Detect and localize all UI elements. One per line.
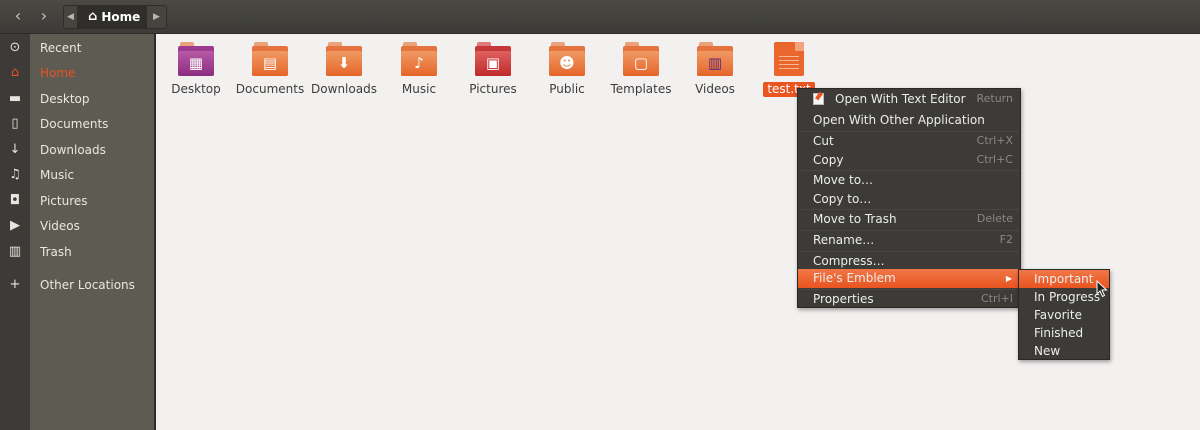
folder-icon: ▣ xyxy=(475,42,511,76)
menu-item-label: Rename… xyxy=(813,233,875,247)
camera-icon: ◘ xyxy=(9,193,21,208)
folder-icon: ♪ xyxy=(401,42,437,76)
menu-item-label: Move to Trash xyxy=(813,212,897,226)
menu-item-label: Cut xyxy=(813,134,834,148)
path-scroll-left-button[interactable]: ◀ xyxy=(63,5,77,29)
file-view[interactable]: ▦ Desktop ▤ Documents ⬇ Downloads ♪ Musi… xyxy=(156,34,1200,430)
menu-item-accel: Ctrl+C xyxy=(976,153,1013,166)
forward-button[interactable]: › xyxy=(31,5,57,29)
folder-icon: ▬ xyxy=(8,91,22,106)
menu-item-accel: Ctrl+I xyxy=(980,292,1013,305)
folder-label: Downloads xyxy=(311,82,377,96)
plus-icon: + xyxy=(9,277,21,292)
menu-item-label: Copy to… xyxy=(813,192,872,206)
menu-item-compress[interactable]: Compress… xyxy=(798,251,1020,271)
sidebar-item-label: Recent xyxy=(40,41,82,55)
folder-public[interactable]: ☻ Public xyxy=(530,42,604,96)
sidebar-item-label: Music xyxy=(40,168,75,182)
folder-label: Public xyxy=(549,82,585,96)
folder-icon: ▦ xyxy=(178,42,214,76)
text-editor-icon xyxy=(813,93,824,105)
sidebar-item-label: Videos xyxy=(40,219,80,233)
folder-label: Desktop xyxy=(171,82,221,96)
header-bar: ‹ › ◀ ⌂ Home ▶ xyxy=(0,0,1200,34)
submenu-item-new[interactable]: New xyxy=(1019,342,1109,360)
menu-item-accel: Return xyxy=(976,92,1013,105)
menu-item-label: Move to… xyxy=(813,173,874,187)
sidebar-item-label: Home xyxy=(40,66,76,80)
home-icon: ⌂ xyxy=(88,9,98,24)
sidebar-item-label: Other Locations xyxy=(40,278,135,292)
folder-pictures[interactable]: ▣ Pictures xyxy=(456,42,530,96)
folder-label: Music xyxy=(401,82,437,96)
mouse-pointer-icon xyxy=(1096,280,1108,298)
menu-item-copy[interactable]: Copy Ctrl+C xyxy=(798,150,1020,170)
menu-item-rename[interactable]: Rename… F2 xyxy=(798,230,1020,250)
sidebar-item-label: Trash xyxy=(40,245,72,259)
menu-item-accel: Delete xyxy=(976,212,1013,225)
trash-icon: ▥ xyxy=(8,244,22,259)
folder-icon: ▢ xyxy=(623,42,659,76)
clock-icon: ⊙ xyxy=(9,40,21,55)
folder-label: Videos xyxy=(695,82,735,96)
text-file-icon xyxy=(774,42,804,76)
sidebar-item-label: Downloads xyxy=(40,143,106,157)
menu-item-copy-to[interactable]: Copy to… xyxy=(798,189,1020,209)
submenu-arrow-icon: ▶ xyxy=(1005,274,1012,283)
menu-item-cut[interactable]: Cut Ctrl+X xyxy=(798,131,1020,151)
folder-icon: ⬇ xyxy=(326,42,362,76)
menu-item-accel: F2 xyxy=(999,233,1013,246)
document-icon: ▯ xyxy=(11,116,19,131)
menu-item-open-with-text-editor[interactable]: Open With Text Editor Return xyxy=(798,89,1020,109)
menu-item-open-with-other-application[interactable]: Open With Other Application xyxy=(798,110,1020,130)
path-scroll-right-button[interactable]: ▶ xyxy=(147,5,167,29)
folder-music[interactable]: ♪ Music xyxy=(382,42,456,96)
video-icon: ▶ xyxy=(10,218,20,233)
folder-icon: ☻ xyxy=(549,42,585,76)
context-menu: Open With Text Editor Return Open With O… xyxy=(797,88,1021,308)
path-home-button[interactable]: ⌂ Home xyxy=(77,5,147,29)
menu-item-accel: Ctrl+X xyxy=(976,134,1013,147)
submenu-item-finished[interactable]: Finished xyxy=(1019,324,1109,342)
menu-item-label: Open With Text Editor xyxy=(835,92,966,106)
home-icon: ⌂ xyxy=(10,65,20,80)
folder-videos[interactable]: ▥ Videos xyxy=(678,42,752,96)
folder-desktop[interactable]: ▦ Desktop xyxy=(159,42,233,96)
sidebar-item-label: Pictures xyxy=(40,194,88,208)
menu-item-label: File's Emblem xyxy=(813,271,896,285)
menu-item-move-to-trash[interactable]: Move to Trash Delete xyxy=(798,209,1020,229)
menu-item-files-emblem[interactable]: File's Emblem ▶ xyxy=(798,269,1020,288)
submenu-item-favorite[interactable]: Favorite xyxy=(1019,306,1109,324)
menu-item-properties[interactable]: Properties Ctrl+I xyxy=(798,289,1020,309)
path-home-label: Home xyxy=(101,10,141,24)
chevron-left-icon: ‹ xyxy=(14,6,22,25)
sidebar-item-label: Documents xyxy=(40,117,109,131)
folder-label: Documents xyxy=(235,82,305,96)
menu-item-label: Open With Other Application xyxy=(813,113,985,127)
sidebar-item-label: Desktop xyxy=(40,92,90,106)
menu-item-label: Copy xyxy=(813,153,844,167)
chevron-right-icon: › xyxy=(40,6,48,25)
folder-label: Pictures xyxy=(469,82,517,96)
music-icon: ♫ xyxy=(9,167,21,182)
folder-documents[interactable]: ▤ Documents xyxy=(233,42,307,96)
menu-item-move-to[interactable]: Move to… xyxy=(798,170,1020,190)
folder-templates[interactable]: ▢ Templates xyxy=(604,42,678,96)
folder-downloads[interactable]: ⬇ Downloads xyxy=(307,42,381,96)
folder-label: Templates xyxy=(610,82,672,96)
folder-icon: ▥ xyxy=(697,42,733,76)
download-icon: ↓ xyxy=(9,142,21,157)
back-button[interactable]: ‹ xyxy=(5,5,31,29)
menu-item-label: Properties xyxy=(813,292,874,306)
folder-icon: ▤ xyxy=(252,42,288,76)
menu-item-label: Compress… xyxy=(813,254,885,268)
